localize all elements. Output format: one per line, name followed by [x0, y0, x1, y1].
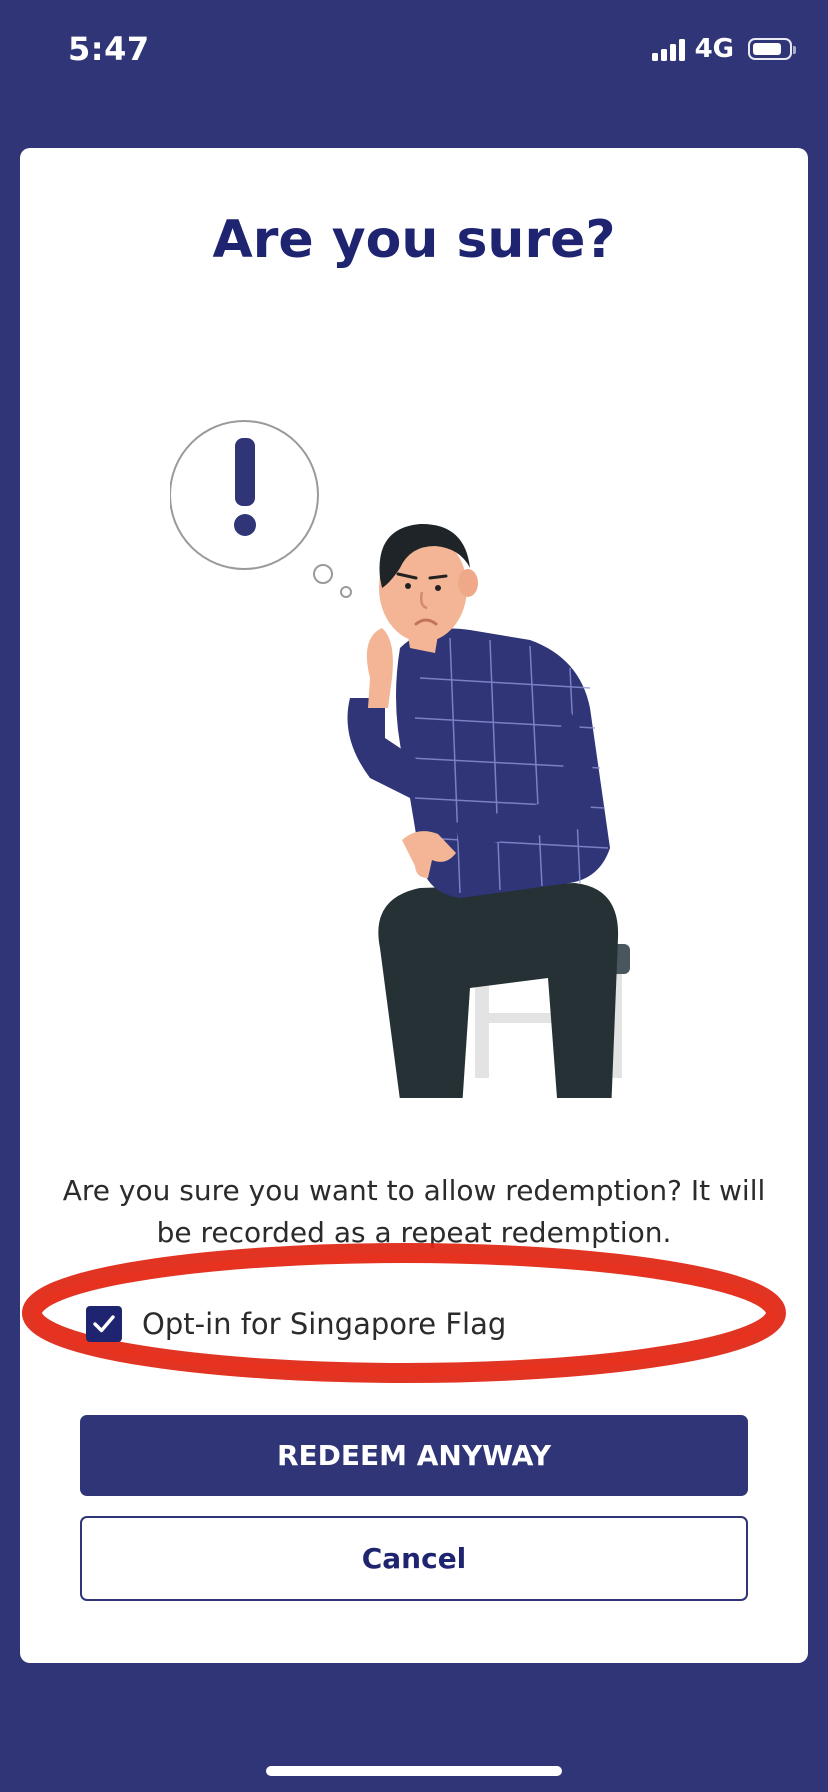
- battery-icon: [748, 38, 796, 60]
- status-icons: 4G: [651, 34, 796, 64]
- confirmation-dialog: Are you sure? Are you sure you want to a…: [20, 148, 808, 1663]
- screen: 5:47 4G Are you sure? Are you sure you w…: [0, 0, 828, 1792]
- opt-in-checkbox-row[interactable]: Opt-in for Singapore Flag: [86, 1306, 506, 1342]
- signal-icon: [651, 37, 685, 61]
- opt-in-checkbox[interactable]: [86, 1306, 122, 1342]
- confirmation-message: Are you sure you want to allow redemptio…: [62, 1174, 766, 1249]
- home-indicator: [266, 1766, 562, 1776]
- status-bar: 5:47 4G: [0, 0, 828, 100]
- exclamation-icon: [235, 438, 255, 506]
- redeem-anyway-button[interactable]: REDEEM ANYWAY: [80, 1415, 748, 1496]
- status-time: 5:47: [68, 30, 150, 68]
- checkmark-icon: [93, 1315, 115, 1333]
- network-label: 4G: [694, 34, 734, 64]
- opt-in-checkbox-label[interactable]: Opt-in for Singapore Flag: [142, 1307, 506, 1341]
- dialog-title: Are you sure?: [212, 210, 616, 270]
- confused-man-illustration: [170, 420, 630, 1098]
- cancel-button[interactable]: Cancel: [80, 1516, 748, 1601]
